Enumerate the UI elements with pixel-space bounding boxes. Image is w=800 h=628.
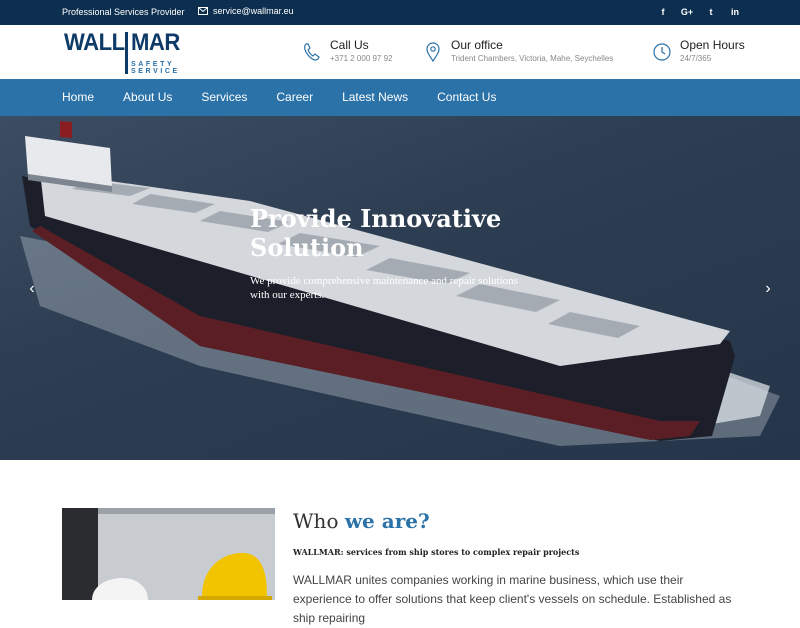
logo-wall: WALL <box>64 29 125 56</box>
nav-career[interactable]: Career <box>276 90 313 104</box>
email-text: service@wallmar.eu <box>213 6 294 16</box>
hero-title: Provide Innovative Solution <box>250 204 502 262</box>
hours-value: 24/7/365 <box>680 54 712 63</box>
linkedin-icon[interactable]: in <box>730 5 740 19</box>
call-us-number[interactable]: +371 2 000 97 92 <box>330 54 393 63</box>
slider-prev-arrow-icon[interactable]: ‹ <box>25 281 39 297</box>
hours-title: Open Hours <box>680 38 745 52</box>
logo-mar: MAR <box>131 29 180 56</box>
office-address: Trident Chambers, Victoria, Mahe, Seyche… <box>451 54 614 63</box>
workers-photo <box>62 508 275 600</box>
twitter-icon[interactable]: t <box>706 5 716 19</box>
header: WALL MAR SAFETY SERVICE Call Us +371 2 0… <box>0 25 800 79</box>
location-pin-icon <box>426 42 440 63</box>
hardhat-workers-image <box>62 508 275 600</box>
office-block: Our office Trident Chambers, Victoria, M… <box>423 39 613 63</box>
nav-services[interactable]: Services <box>201 90 247 104</box>
top-bar: Professional Services Provider service@w… <box>0 0 800 25</box>
office-title: Our office <box>451 38 503 52</box>
nav-about-us[interactable]: About Us <box>123 90 172 104</box>
call-us-title: Call Us <box>330 38 369 52</box>
phone-icon <box>304 43 320 61</box>
logo[interactable]: WALL MAR SAFETY SERVICE <box>64 29 182 75</box>
heading-plain: Who <box>293 509 345 533</box>
hero-slider: Provide Innovative Solution We provide c… <box>0 116 800 460</box>
facebook-icon[interactable]: f <box>658 5 668 19</box>
logo-line-service: SERVICE <box>131 68 180 75</box>
email-link[interactable]: service@wallmar.eu <box>198 6 294 16</box>
slider-next-arrow-icon[interactable]: › <box>761 281 775 297</box>
hours-block: Open Hours 24/7/365 <box>652 39 745 63</box>
envelope-icon <box>198 7 208 15</box>
nav-contact-us[interactable]: Contact Us <box>437 90 496 104</box>
call-us-block: Call Us +371 2 000 97 92 <box>302 39 393 63</box>
who-we-are-subtitle: WALLMAR: services from ship stores to co… <box>293 547 580 557</box>
hero-text: We provide comprehensive maintenance and… <box>250 275 518 301</box>
nav-home[interactable]: Home <box>62 90 94 104</box>
tagline: Professional Services Provider <box>62 7 185 17</box>
clock-icon <box>653 43 671 61</box>
google-plus-icon[interactable]: G+ <box>681 5 693 19</box>
logo-divider <box>125 32 128 74</box>
nav-latest-news[interactable]: Latest News <box>342 90 408 104</box>
who-we-are-heading: Who we are? <box>293 509 430 533</box>
main-nav: Home About Us Services Career Latest New… <box>0 79 800 116</box>
heading-highlight: we are? <box>344 509 430 533</box>
social-links: f G+ t in <box>658 5 740 19</box>
